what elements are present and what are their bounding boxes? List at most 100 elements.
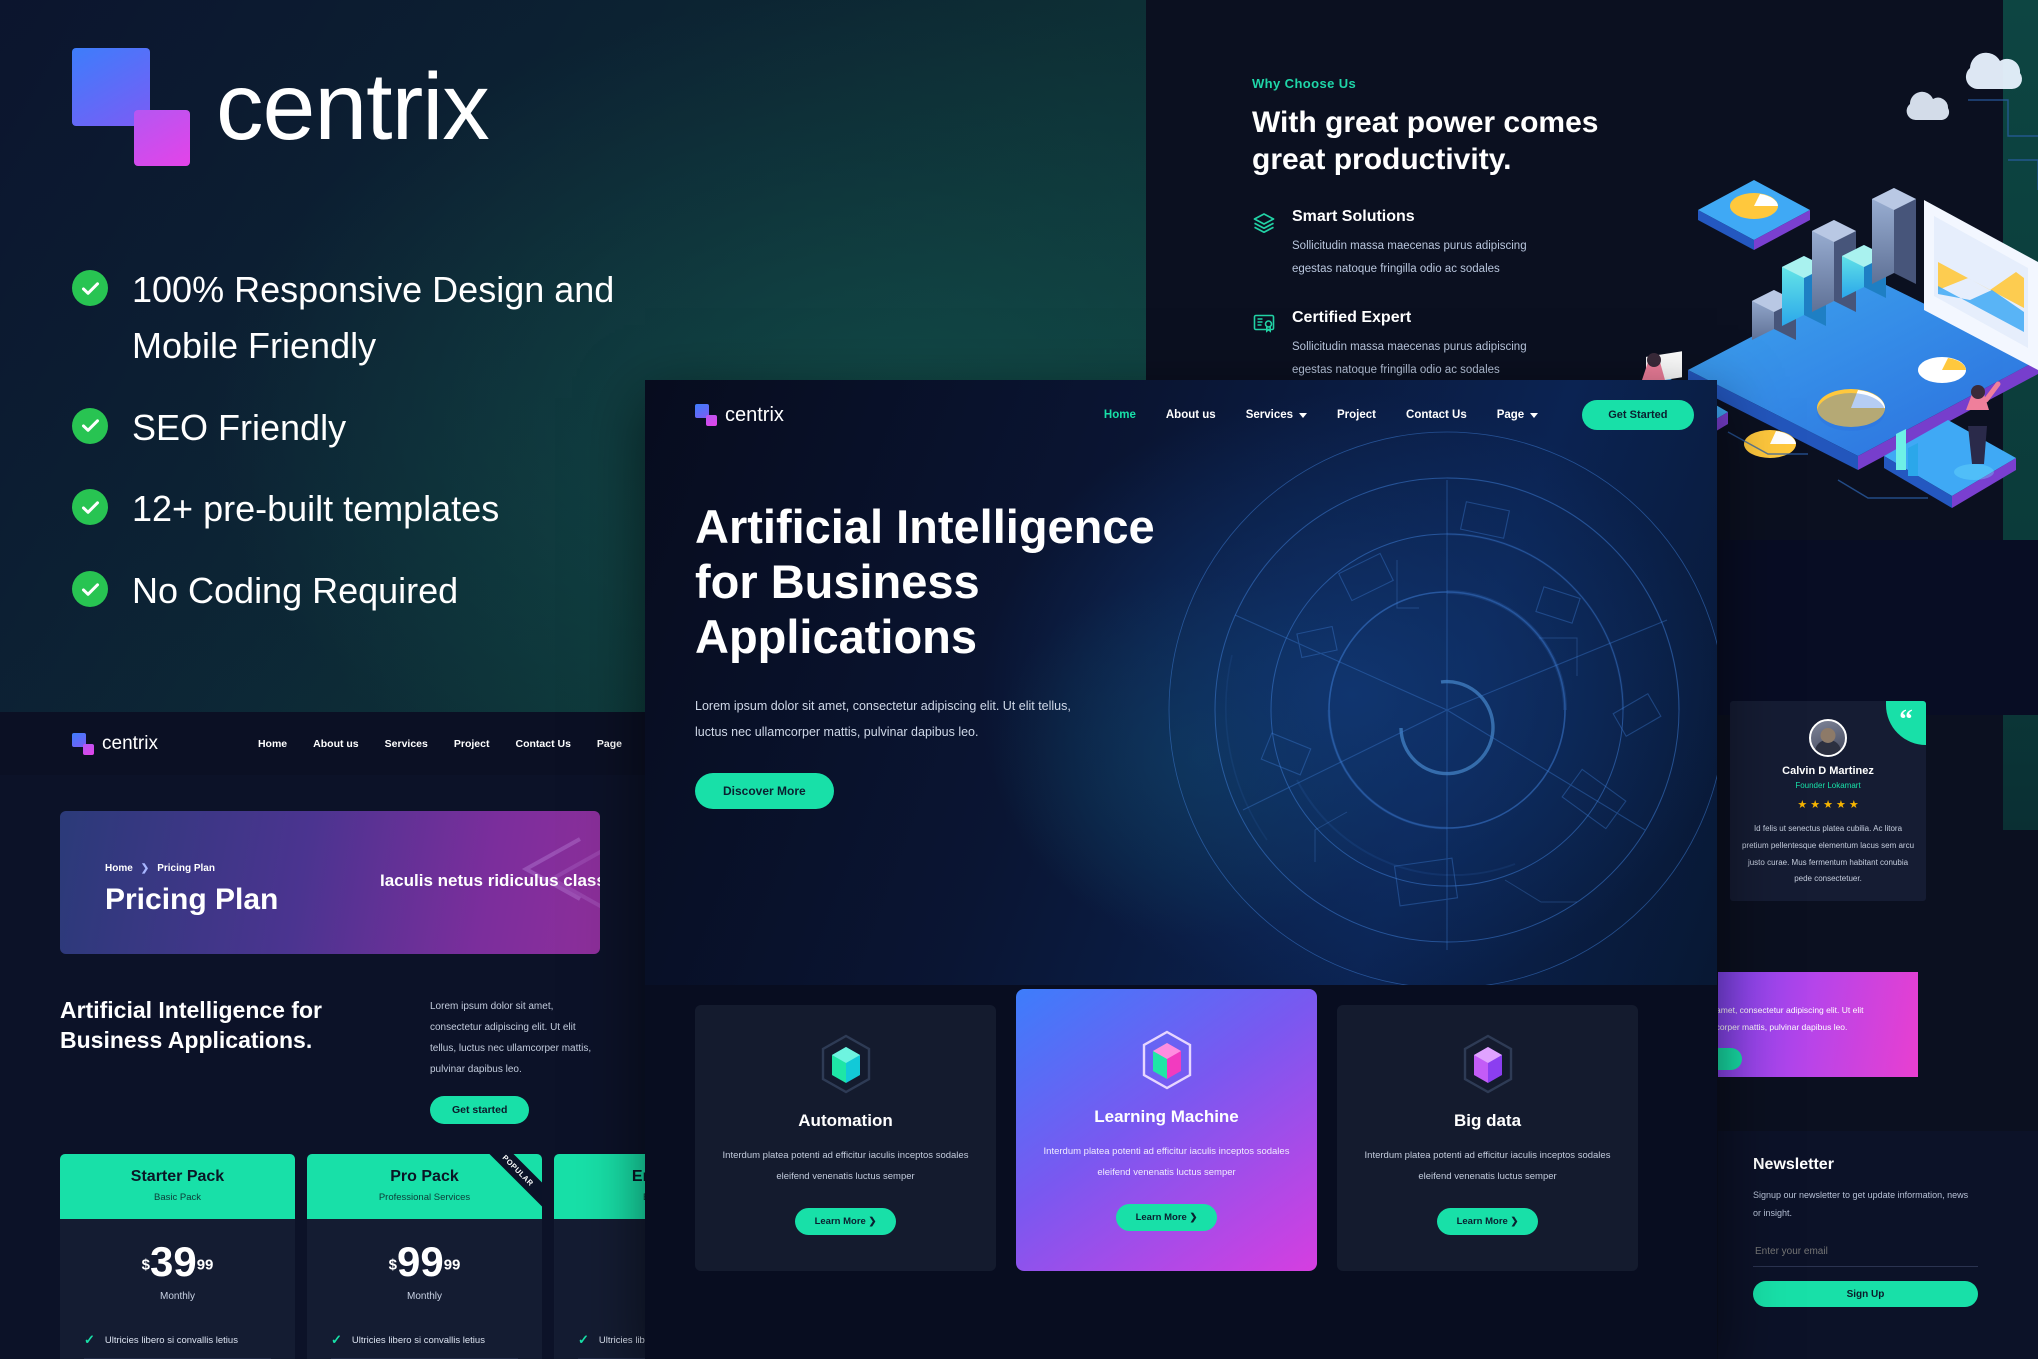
plan-features: ✓Ultricies libero si convallis letius ✓A…	[307, 1302, 542, 1359]
pricing-hero-subtext: Iaculis netus ridiculus class amet.	[380, 871, 600, 890]
feature-card-title: Learning Machine	[1094, 1107, 1239, 1126]
promo-block: centrix 100% Responsive Design and Mobil…	[0, 0, 700, 712]
promo-feature-list: 100% Responsive Design and Mobile Friend…	[72, 262, 700, 619]
feature-card-learning-machine: Learning Machine Interdum platea potenti…	[1016, 989, 1317, 1271]
star-icon: ★	[1823, 799, 1833, 811]
breadcrumb-home[interactable]: Home	[105, 863, 133, 874]
newsletter-section: Newsletter Signup our newsletter to get …	[1718, 1131, 2038, 1359]
promo-feature-label: 12+ pre-built templates	[132, 488, 500, 530]
centrix-logo-icon	[695, 404, 717, 426]
why-feature-title: Smart Solutions	[1292, 208, 1415, 226]
learn-more-button[interactable]: Learn More ❯	[794, 1207, 897, 1235]
nav-item-home[interactable]: Home	[1104, 409, 1136, 421]
why-title: With great power comes great productivit…	[1252, 106, 1599, 176]
nav-label: Home	[1103, 409, 1136, 421]
nav-item-page[interactable]: Page	[1497, 409, 1539, 421]
nav-item-contact-us[interactable]: Contact Us	[515, 738, 570, 750]
plan-currency: $	[141, 1256, 150, 1274]
nav-item-about-us[interactable]: About us	[313, 738, 359, 750]
nav-label: Page	[1496, 409, 1525, 421]
feature-card-text: Interdum platea potenti ad efficitur iac…	[1043, 1146, 1290, 1179]
breadcrumb: Home ❯ Pricing Plan	[105, 863, 278, 874]
testimonial-name: Calvin D Martinez	[1782, 765, 1874, 777]
star-icon: ★	[1835, 799, 1846, 811]
newsletter-email-input[interactable]	[1753, 1240, 1978, 1267]
feature-card-title: Automation	[798, 1111, 893, 1130]
breadcrumb-current: Pricing Plan	[157, 863, 215, 874]
chevron-right-icon: ❯	[140, 863, 150, 874]
check-circle-icon	[72, 407, 108, 444]
nav-item-project[interactable]: Project	[454, 738, 490, 750]
nav-item-project[interactable]: Project	[1337, 409, 1376, 421]
learn-more-button[interactable]: Learn More ❯	[1436, 1207, 1539, 1235]
pricing-cards: Starter Pack Basic Pack $3999 Monthly ✓ U…	[0, 1124, 660, 1359]
check-icon: ✓	[331, 1332, 342, 1347]
pricing-intro-section: Artificial Intelligence for Business App…	[0, 954, 660, 1124]
newsletter-signup-button[interactable]: Sign Up	[1753, 1281, 1978, 1307]
feature-card-title: Big data	[1453, 1111, 1522, 1130]
pricing-brand-wordmark: centrix	[102, 732, 158, 754]
pricing-section-title: Artificial Intelligence for Business App…	[60, 997, 322, 1053]
nav-item-services[interactable]: Services	[385, 738, 428, 750]
promo-feature-label: 100% Responsive Design and Mobile Friend…	[132, 269, 615, 366]
pricing-logo[interactable]: centrix	[72, 732, 158, 755]
quote-mark-icon: “	[1886, 701, 1926, 745]
magenta-card-text: r sit amet, consectetur adipiscing elit.…	[1718, 1005, 1864, 1032]
why-feature-text: Sollicitudin massa maecenas purus adipis…	[1292, 240, 1527, 276]
plan-subtitle: Basic Pack	[154, 1192, 201, 1203]
nav-item-about-us[interactable]: About us	[1166, 409, 1216, 421]
learn-more-button[interactable]: Learn More ❯	[1115, 1203, 1218, 1231]
avatar	[1809, 719, 1847, 757]
nav-item-home[interactable]: Home	[258, 738, 287, 750]
list-item: ✓ Ultricies libero si convallis letius	[331, 1322, 518, 1359]
plan-amount: 99	[396, 1238, 444, 1285]
list-item: Certified Expert Sollicitudin massa maec…	[1252, 309, 1672, 382]
feature-card-text: Interdum platea potenti ad efficitur iac…	[722, 1150, 969, 1183]
feature-card-automation: Automation Interdum platea potenti ad ef…	[695, 1005, 996, 1271]
centrix-logo-icon	[72, 48, 190, 166]
list-item: No Coding Required	[72, 563, 700, 619]
circular-tech-hud-graphic	[1168, 431, 1717, 985]
plan-amount: 39	[149, 1238, 197, 1285]
rating-stars: ★ ★ ★ ★ ★	[1730, 798, 1926, 811]
screenshot-stage: centrix 100% Responsive Design and Mobil…	[0, 0, 2038, 1359]
discover-more-button[interactable]: Discover More	[695, 773, 834, 810]
check-circle-icon	[72, 489, 108, 526]
page-title: Pricing Plan	[105, 883, 279, 916]
list-item: 100% Responsive Design and Mobile Friend…	[72, 262, 700, 374]
nav-item-page[interactable]: Page	[597, 738, 622, 750]
nav-item-services[interactable]: Services	[1246, 409, 1308, 421]
pricing-card-header: Starter Pack Basic Pack	[60, 1154, 295, 1219]
star-icon: ★	[1797, 799, 1808, 811]
centrix-logo-icon	[72, 732, 94, 755]
pricing-section-text: Lorem ipsum dolor sit amet, consectetur …	[430, 1001, 592, 1075]
hero-logo[interactable]: centrix	[695, 404, 784, 427]
promo-feature-label: SEO Friendly	[132, 406, 347, 448]
hero-paragraph: Lorem ipsum dolor sit amet, consectetur …	[695, 698, 1071, 740]
cube-teal-icon	[818, 1033, 874, 1095]
get-started-button[interactable]: Get started	[430, 1096, 530, 1124]
promo-feature-label: No Coding Required	[132, 570, 459, 612]
testimonial-card: “ Calvin D Martinez Founder Lokamart ★ ★…	[1730, 701, 1926, 901]
magenta-card-button[interactable]	[1718, 1048, 1742, 1070]
certificate-icon	[1252, 312, 1276, 336]
get-started-button[interactable]: Get Started	[1582, 400, 1694, 430]
pricing-page-panel: centrix Home About us Services Project C…	[0, 712, 660, 1359]
nav-label: Project	[1337, 409, 1377, 421]
list-item: SEO Friendly	[72, 400, 700, 456]
promo-logo: centrix	[72, 48, 700, 166]
nav-item-contact-us[interactable]: Contact Us	[1406, 409, 1467, 421]
pricing-card-pro: POPULAR Pro Pack Professional Services $…	[307, 1154, 542, 1359]
plan-period: Monthly	[406, 1291, 442, 1302]
cube-pink-icon	[1139, 1029, 1195, 1091]
plan-period: Monthly	[159, 1291, 195, 1302]
right-dark-block	[1718, 540, 2038, 715]
layers-icon	[1252, 211, 1276, 235]
why-feature-title: Certified Expert	[1292, 309, 1412, 327]
plan-feature-label: Ultricies libero si convallis letius	[104, 1334, 238, 1346]
plan-subtitle: Professional Services	[378, 1192, 471, 1203]
pricing-nav-menu: Home About us Services Project Contact U…	[258, 738, 622, 750]
plan-feature-label: Ultricies libero si convallis letius	[351, 1334, 485, 1346]
plan-cents: 99	[196, 1256, 214, 1274]
feature-card-text: Interdum platea potenti ad efficitur iac…	[1364, 1150, 1611, 1183]
